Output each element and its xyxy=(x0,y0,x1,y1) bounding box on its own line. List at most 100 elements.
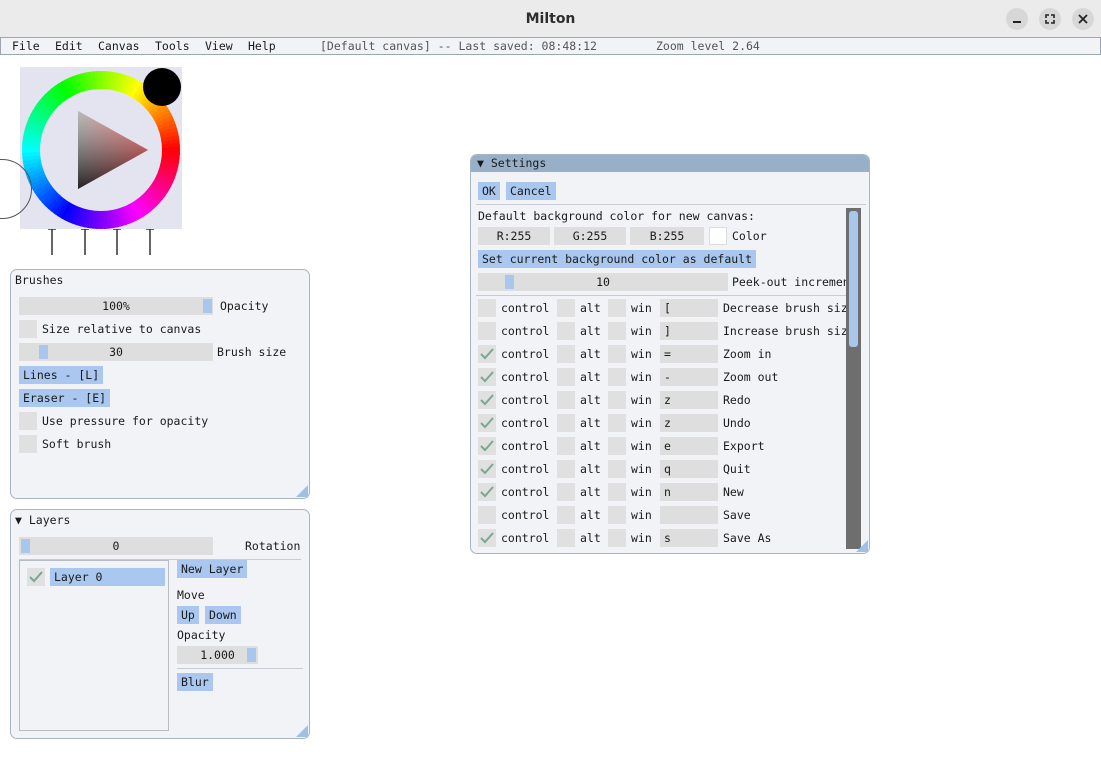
control-label: control xyxy=(501,393,550,407)
shortcut-key-field[interactable]: n xyxy=(660,483,718,501)
new-layer-button[interactable]: New Layer xyxy=(177,560,248,578)
settings-scrollbar[interactable] xyxy=(846,208,861,549)
win-checkbox[interactable] xyxy=(608,529,626,547)
settings-header[interactable]: ▼ Settings xyxy=(471,155,869,172)
win-checkbox[interactable] xyxy=(608,391,626,409)
control-checkbox[interactable] xyxy=(478,506,496,524)
menu-file[interactable]: File xyxy=(12,38,40,54)
control-checkbox[interactable] xyxy=(478,483,496,501)
control-checkbox[interactable] xyxy=(478,437,496,455)
alt-checkbox[interactable] xyxy=(557,391,575,409)
resize-grip[interactable] xyxy=(296,725,308,737)
green-field[interactable]: G:255 xyxy=(554,227,626,245)
opacity-slider[interactable]: 100% xyxy=(19,297,213,315)
lines-button[interactable]: Lines - [L] xyxy=(19,366,104,384)
shortcut-key-field[interactable]: - xyxy=(660,368,718,386)
blue-field[interactable]: B:255 xyxy=(630,227,704,245)
shortcut-key-field[interactable]: ] xyxy=(660,322,718,340)
shortcut-key-field[interactable]: [ xyxy=(660,299,718,317)
alt-label: alt xyxy=(580,462,601,476)
menu-canvas[interactable]: Canvas xyxy=(98,38,140,54)
eraser-button[interactable]: Eraser - [E] xyxy=(19,389,111,407)
win-label: win xyxy=(631,439,652,453)
alt-checkbox[interactable] xyxy=(557,460,575,478)
alt-checkbox[interactable] xyxy=(557,437,575,455)
opacity-slider-knob[interactable] xyxy=(203,299,212,313)
resize-grip[interactable] xyxy=(856,540,868,552)
cancel-button[interactable]: Cancel xyxy=(506,182,556,200)
move-down-button[interactable]: Down xyxy=(205,606,241,624)
pressure-checkbox[interactable] xyxy=(19,412,37,430)
control-checkbox[interactable] xyxy=(478,529,496,547)
close-button[interactable] xyxy=(1072,8,1094,30)
size-relative-label: Size relative to canvas xyxy=(42,322,202,336)
layers-panel: ▼ Layers 0 Rotation Layer 0 New Layer Mo… xyxy=(10,509,310,739)
soft-brush-checkbox[interactable] xyxy=(19,435,37,453)
resize-grip[interactable] xyxy=(296,485,308,497)
color-picker[interactable] xyxy=(20,67,182,229)
alt-checkbox[interactable] xyxy=(557,368,575,386)
win-checkbox[interactable] xyxy=(608,437,626,455)
alt-checkbox[interactable] xyxy=(557,299,575,317)
alt-checkbox[interactable] xyxy=(557,322,575,340)
shortcut-row: control alt win z Undo xyxy=(476,414,865,432)
control-checkbox[interactable] xyxy=(478,299,496,317)
win-label: win xyxy=(631,462,652,476)
move-up-button[interactable]: Up xyxy=(177,606,199,624)
layer-item[interactable]: Layer 0 xyxy=(50,568,165,586)
win-checkbox[interactable] xyxy=(608,299,626,317)
alt-checkbox[interactable] xyxy=(557,529,575,547)
menu-help[interactable]: Help xyxy=(248,38,276,54)
peek-out-slider[interactable]: 10 xyxy=(478,273,728,291)
shortcut-key-field[interactable]: e xyxy=(660,437,718,455)
peek-out-knob[interactable] xyxy=(505,275,514,289)
red-field[interactable]: R:255 xyxy=(478,227,550,245)
alt-checkbox[interactable] xyxy=(557,506,575,524)
pressure-label: Use pressure for opacity xyxy=(42,414,209,428)
bg-color-swatch[interactable] xyxy=(709,227,727,245)
shortcut-key-field[interactable]: = xyxy=(660,345,718,363)
layer-opacity-slider[interactable]: 1.000 xyxy=(177,646,258,664)
brush-size-slider[interactable]: 30 xyxy=(19,343,213,361)
control-checkbox[interactable] xyxy=(478,368,496,386)
shortcut-key-field[interactable]: z xyxy=(660,414,718,432)
menu-edit[interactable]: Edit xyxy=(55,38,83,54)
shortcut-key-field[interactable]: z xyxy=(660,391,718,409)
layers-header[interactable]: ▼ Layers xyxy=(15,513,70,527)
rotation-slider-knob[interactable] xyxy=(21,539,30,553)
win-checkbox[interactable] xyxy=(608,506,626,524)
win-checkbox[interactable] xyxy=(608,483,626,501)
shortcut-key-field[interactable]: q xyxy=(660,460,718,478)
brush-size-slider-knob[interactable] xyxy=(39,345,48,359)
layer-opacity-knob[interactable] xyxy=(247,648,256,662)
menu-view[interactable]: View xyxy=(205,38,233,54)
shortcut-row: control alt win q Quit xyxy=(476,460,865,478)
control-checkbox[interactable] xyxy=(478,391,496,409)
win-checkbox[interactable] xyxy=(608,460,626,478)
maximize-button[interactable] xyxy=(1039,8,1061,30)
control-checkbox[interactable] xyxy=(478,414,496,432)
rotation-slider[interactable]: 0 xyxy=(19,537,213,555)
win-checkbox[interactable] xyxy=(608,345,626,363)
control-checkbox[interactable] xyxy=(478,322,496,340)
alt-checkbox[interactable] xyxy=(557,483,575,501)
win-checkbox[interactable] xyxy=(608,322,626,340)
shortcut-key-field[interactable]: s xyxy=(660,529,718,547)
menu-tools[interactable]: Tools xyxy=(155,38,190,54)
blur-button[interactable]: Blur xyxy=(177,673,213,691)
control-checkbox[interactable] xyxy=(478,460,496,478)
layer-visibility-checkbox[interactable] xyxy=(27,568,45,586)
minimize-button[interactable] xyxy=(1006,8,1028,30)
control-checkbox[interactable] xyxy=(478,345,496,363)
alt-checkbox[interactable] xyxy=(557,414,575,432)
shortcut-row: control alt win - Zoom out xyxy=(476,368,865,386)
size-relative-checkbox[interactable] xyxy=(19,320,37,338)
shortcut-key-field[interactable] xyxy=(660,506,718,524)
set-default-bg-button[interactable]: Set current background color as default xyxy=(478,250,757,268)
scrollbar-thumb[interactable] xyxy=(849,211,858,347)
ok-button[interactable]: OK xyxy=(478,182,500,200)
alt-checkbox[interactable] xyxy=(557,345,575,363)
win-checkbox[interactable] xyxy=(608,414,626,432)
win-checkbox[interactable] xyxy=(608,368,626,386)
peek-out-value: 10 xyxy=(596,275,610,289)
